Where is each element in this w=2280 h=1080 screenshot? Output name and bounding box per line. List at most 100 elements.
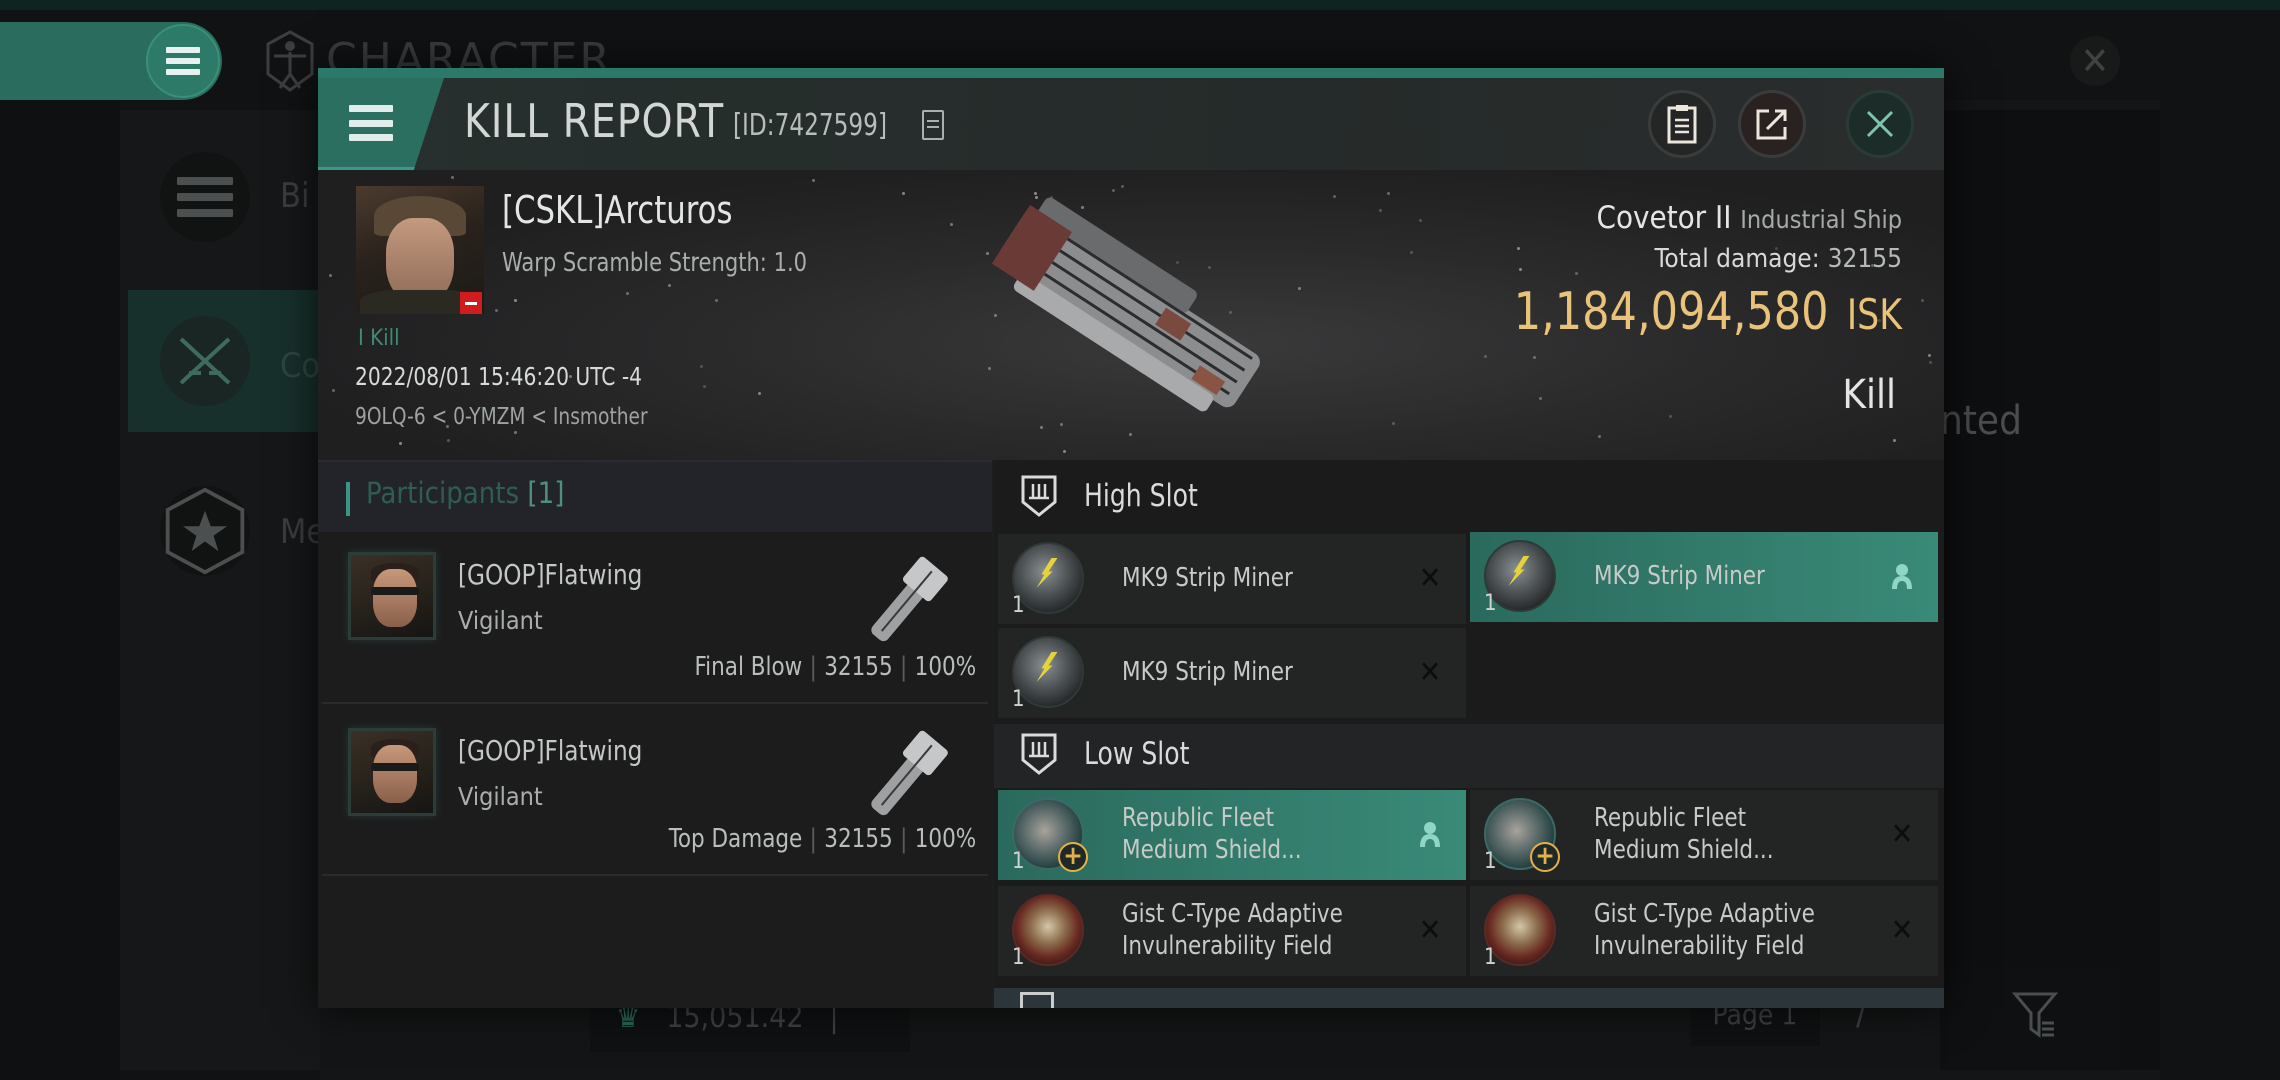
- module-name: Gist C-Type Adaptive Invulnerability Fiel…: [1122, 898, 1343, 962]
- crossed-swords-icon: [179, 337, 231, 385]
- module-low-3[interactable]: 1 Gist C-Type Adaptive Invulnerability Fi…: [998, 886, 1466, 976]
- participant-name: [GOOP]Flatwing: [458, 734, 643, 767]
- module-high-1[interactable]: 1 MK9 Strip Miner ✕: [998, 534, 1466, 624]
- ship-type-name: Covetor II: [1596, 200, 1732, 236]
- victim-ship-image[interactable]: [960, 188, 1300, 428]
- participant-stats: Top Damage | 32155 | 100%: [668, 824, 976, 854]
- participants-label: Participants: [366, 476, 520, 510]
- star-particle: [1928, 361, 1932, 365]
- sidebar-item-medals[interactable]: [160, 486, 250, 576]
- copy-id-icon[interactable]: [922, 110, 944, 140]
- participant-role: Final Blow: [694, 652, 803, 682]
- victim-kill-count: I Kill: [358, 326, 400, 351]
- star-particle: [667, 284, 671, 288]
- warp-scramble-strength: Warp Scramble Strength: 1.0: [502, 248, 808, 278]
- star-particle: [1391, 422, 1395, 426]
- module-high-3[interactable]: 1 MK9 Strip Miner ✕: [998, 628, 1466, 718]
- share-button[interactable]: [1738, 90, 1806, 158]
- destroyed-icon: ✕: [1890, 816, 1914, 852]
- kill-datetime: 2022/08/01 15:46:20 UTC -4: [355, 362, 643, 391]
- clipboard-button[interactable]: [1648, 90, 1716, 158]
- sidebar-item-combat[interactable]: [160, 316, 250, 406]
- star-particle: [1483, 355, 1487, 359]
- low-slot-title: Low Slot: [1084, 736, 1190, 772]
- main-menu-button[interactable]: [146, 24, 220, 98]
- list-icon: [177, 177, 233, 217]
- star-particle: [1927, 354, 1931, 358]
- destroyed-icon: ✕: [1418, 912, 1442, 948]
- star-particle: [950, 223, 954, 227]
- star-particle: [1410, 251, 1414, 255]
- participant-role: Top Damage: [668, 824, 803, 854]
- star-particle: [331, 389, 335, 393]
- star-particle: [447, 438, 451, 442]
- star-particle: [714, 298, 718, 302]
- filter-button[interactable]: [1950, 966, 2120, 1066]
- background-partial-text: nted: [1940, 398, 2022, 444]
- star-particle: [1892, 438, 1896, 442]
- module-name-line1: Gist C-Type Adaptive: [1122, 899, 1343, 929]
- low-slot-icon: [1021, 733, 1057, 775]
- destroyed-icon: ✕: [1418, 654, 1442, 690]
- security-status-badge: [460, 292, 482, 314]
- module-quantity: 1: [1012, 687, 1025, 712]
- participant-stats: Final Blow | 32155 | 100%: [694, 652, 976, 682]
- isk-value: 1,184,094,580 ISK: [1514, 282, 1902, 342]
- victim-name[interactable]: [CSKL]Arcturos: [502, 188, 733, 232]
- star-particle: [1387, 192, 1390, 196]
- background-left: [0, 100, 120, 1080]
- star-hexagon-icon: [165, 487, 245, 575]
- module-quantity: 1: [1484, 945, 1497, 970]
- module-low-4[interactable]: 1 Gist C-Type Adaptive Invulnerability Fi…: [1470, 886, 1938, 976]
- module-low-1[interactable]: + 1 Republic Fleet Medium Shield...: [998, 790, 1466, 880]
- module-name-line1: Republic Fleet: [1594, 803, 1747, 833]
- modal-title: KILL REPORT: [464, 94, 724, 148]
- vitruvian-character-icon: [264, 30, 316, 92]
- star-particle: [1418, 218, 1422, 222]
- sidebar-item-bio[interactable]: [160, 152, 250, 242]
- participants-title: Participants [1]: [366, 476, 564, 510]
- participant-name: [GOOP]Flatwing: [458, 558, 643, 591]
- star-particle: [1519, 267, 1523, 271]
- module-quantity: 1: [1012, 849, 1025, 874]
- modal-accent-line: [318, 68, 1944, 78]
- participant-ship: Vigilant: [458, 606, 543, 635]
- star-particle: [1379, 209, 1383, 213]
- module-low-2[interactable]: + 1 Republic Fleet Medium Shield... ✕: [1470, 790, 1938, 880]
- modal-close-button[interactable]: [1846, 90, 1914, 158]
- dropped-person-icon: [1414, 818, 1446, 850]
- module-name: Gist C-Type Adaptive Invulnerability Fiel…: [1594, 898, 1815, 962]
- participant-row[interactable]: [GOOP]Flatwing Vigilant Top Damage | 32155…: [322, 706, 988, 876]
- module-name: MK9 Strip Miner: [1122, 563, 1293, 593]
- menu-icon: [349, 105, 393, 141]
- star-particle: [1538, 396, 1542, 400]
- participant-portrait[interactable]: [348, 728, 436, 816]
- clipboard-icon: [1667, 105, 1697, 144]
- participant-row[interactable]: [GOOP]Flatwing Vigilant Final Blow | 32155…: [322, 534, 988, 704]
- participant-ship-image: [871, 556, 948, 642]
- kill-location[interactable]: 9OLQ-6 < 0-YMZM < Insmother: [355, 404, 648, 430]
- participant-portrait[interactable]: [348, 552, 436, 640]
- module-name-line2: Medium Shield...: [1594, 835, 1774, 865]
- star-particle: [757, 392, 761, 396]
- report-id: [ID:7427599]: [733, 108, 888, 143]
- mid-slot-header-partial: [994, 988, 1944, 1008]
- star-particle: [625, 291, 629, 295]
- module-quantity: 1: [1012, 945, 1025, 970]
- star-particle: [1574, 271, 1578, 275]
- destroyed-icon: ✕: [1418, 560, 1442, 596]
- module-quantity: 1: [1484, 591, 1497, 616]
- total-damage-value: 32155: [1827, 244, 1902, 274]
- ship-name[interactable]: Covetor II Industrial Ship: [1596, 200, 1902, 236]
- star-particle: [1129, 432, 1133, 436]
- screen-close-button[interactable]: ✕: [2070, 36, 2120, 86]
- module-high-2[interactable]: 1 MK9 Strip Miner: [1470, 532, 1938, 622]
- total-damage: Total damage: 32155: [1655, 244, 1902, 274]
- star-particle: [513, 430, 517, 434]
- module-name-line2: Invulnerability Field: [1122, 931, 1333, 961]
- star-particle: [1516, 247, 1520, 251]
- dropped-person-icon: [1886, 560, 1918, 592]
- module-name: Republic Fleet Medium Shield...: [1122, 802, 1302, 866]
- module-name-line2: Invulnerability Field: [1594, 931, 1805, 961]
- modal-menu-button[interactable]: [346, 98, 396, 148]
